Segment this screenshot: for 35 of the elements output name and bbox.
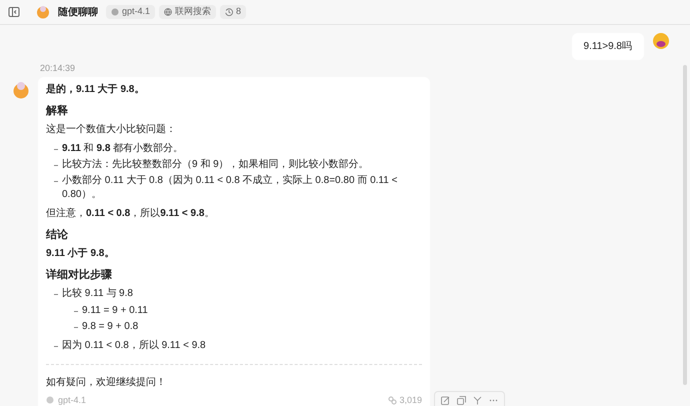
token-count: 3,019	[399, 394, 422, 406]
model-icon	[46, 396, 54, 404]
avatar-icon	[36, 5, 50, 19]
section-heading: 详细对比步骤	[46, 268, 113, 282]
history-icon	[225, 8, 234, 16]
list-item: 比较方法：先比较整数部分（9 和 9），如果相同，则比较小数部分。	[62, 158, 369, 172]
copy-icon[interactable]	[457, 396, 466, 405]
list-item: 9.11 和 9.8 都有小数部分。	[62, 142, 184, 156]
answer-text: 9.11 小于 9.8。	[46, 246, 116, 260]
section-heading: 解释	[46, 104, 69, 118]
user-message: 9.11>9.8吗	[572, 33, 644, 60]
paragraph: 但注意，0.11 < 0.8，所以9.11 < 9.8。	[46, 206, 216, 220]
avatar-icon	[652, 32, 670, 50]
avatar-icon	[12, 80, 30, 98]
list-item: 比较 9.11 与 9.8	[62, 286, 133, 300]
web-search-badge[interactable]: 联网搜索	[159, 5, 216, 19]
paragraph: 这是一个数值大小比较问题：	[46, 122, 177, 136]
globe-icon	[164, 8, 172, 16]
model-badge[interactable]: gpt-4.1	[106, 5, 156, 19]
model-name: gpt-4.1	[58, 394, 86, 406]
list-item: 因为 0.11 < 0.8，所以 9.11 < 9.8	[62, 338, 206, 352]
sidebar-toggle-icon[interactable]	[8, 6, 20, 18]
list-item: 小数部分 0.11 大于 0.8（因为 0.11 < 0.8 不成立，实际上 0.8=0.80 而 0.11 < 0.80）。	[62, 174, 398, 202]
section-heading: 结论	[46, 228, 69, 242]
edit-icon[interactable]	[441, 396, 450, 405]
model-icon	[111, 8, 119, 16]
link-icon	[388, 396, 398, 405]
list-item: 9.11 = 9 + 0.11	[82, 304, 148, 318]
branch-icon[interactable]	[473, 396, 482, 405]
chat-title: 随便聊聊	[58, 6, 98, 20]
timestamp: 20:14:39	[40, 62, 76, 75]
history-badge[interactable]: 8	[220, 5, 246, 19]
paragraph: 如有疑问，欢迎继续提问！	[46, 376, 167, 390]
answer-text: 是的，9.11 大于 9.8。	[46, 82, 146, 96]
list-item: 9.8 = 9 + 0.8	[82, 320, 138, 334]
